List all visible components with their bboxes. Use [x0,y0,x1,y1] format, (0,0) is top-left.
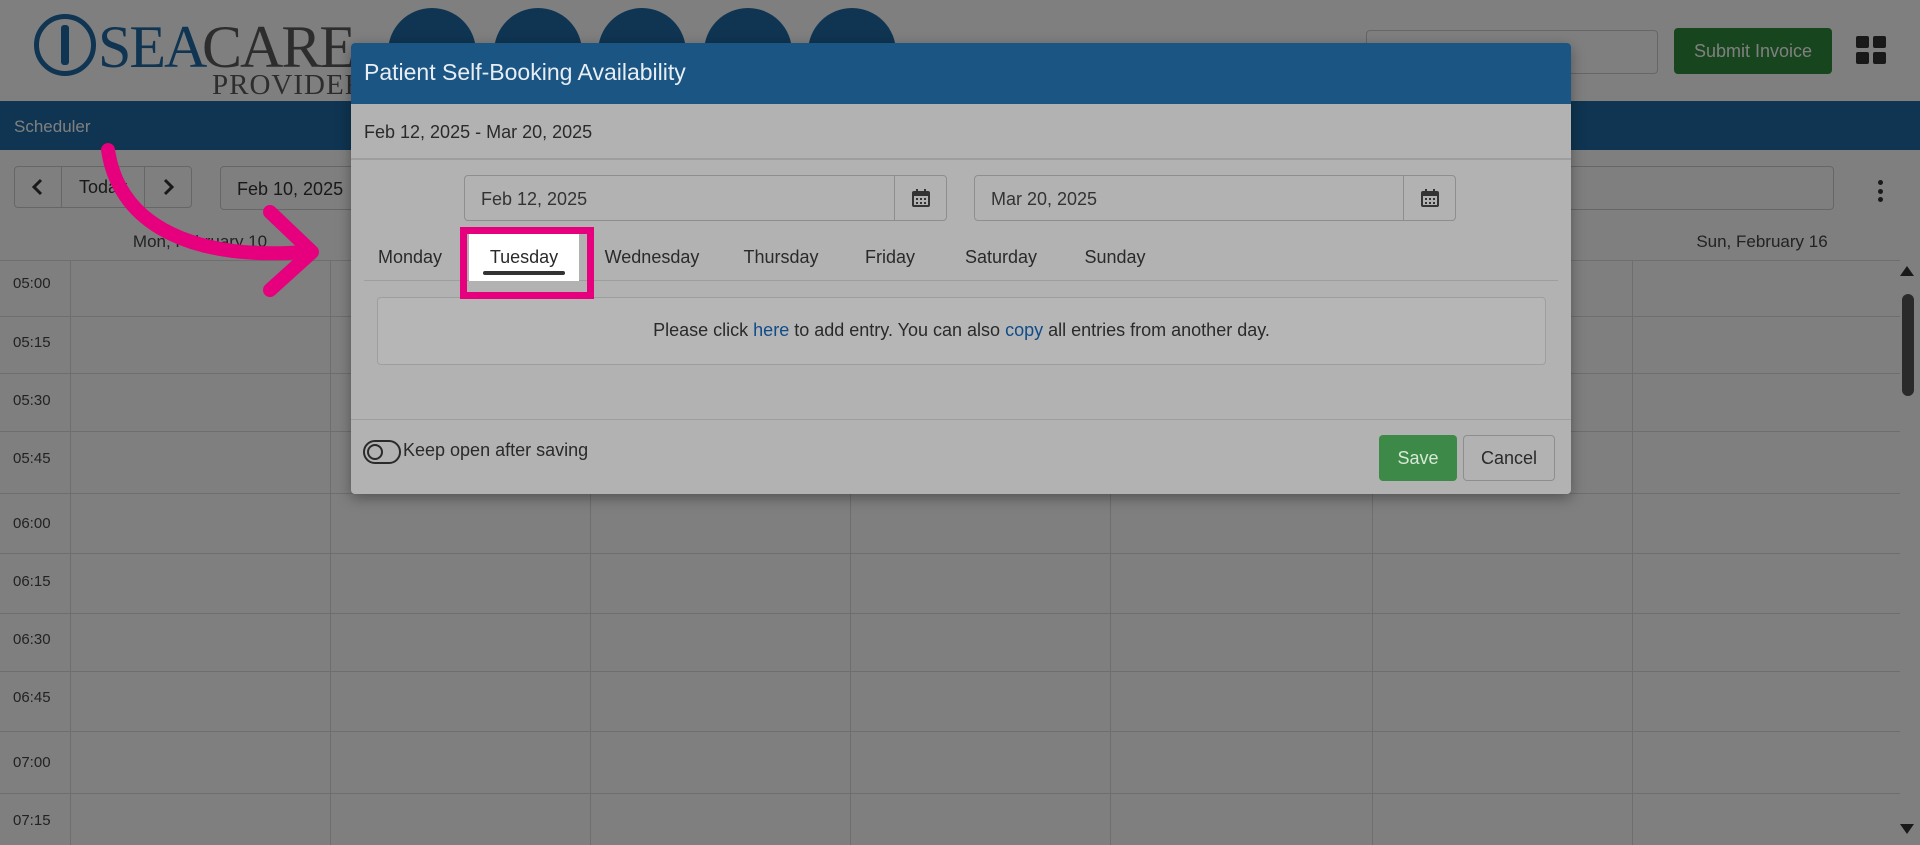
start-date-picker-button[interactable] [894,176,946,220]
copy-entries-link[interactable]: copy [1005,320,1043,340]
notice-text-suffix: all entries from another day. [1048,320,1270,340]
empty-entries-notice: Please click here to add entry. You can … [377,297,1546,365]
start-date-field[interactable]: Feb 12, 2025 [464,175,947,221]
keep-open-label[interactable]: Keep open after saving [403,440,588,461]
date-range-text: Feb 12, 2025 - Mar 20, 2025 [364,122,593,142]
tab-wednesday[interactable]: Wednesday [592,229,712,281]
tab-thursday[interactable]: Thursday [731,229,831,281]
date-range-summary: Feb 12, 2025 - Mar 20, 2025 [351,104,1571,160]
modal-header: Patient Self-Booking Availability [351,43,1571,104]
tab-monday[interactable]: Monday [364,229,456,281]
calendar-icon [1420,189,1439,207]
modal-title: Patient Self-Booking Availability [364,59,686,85]
pointer-arrow-icon [101,143,319,297]
add-entry-link[interactable]: here [753,320,789,340]
cancel-button[interactable]: Cancel [1463,435,1555,481]
calendar-icon [911,189,930,207]
start-date-value: Feb 12, 2025 [481,189,588,209]
end-date-field[interactable]: Mar 20, 2025 [974,175,1456,221]
tuesday-tab-highlight [460,227,594,299]
save-button[interactable]: Save [1379,435,1457,481]
end-date-value: Mar 20, 2025 [991,189,1098,209]
tab-friday[interactable]: Friday [850,229,930,281]
keep-open-toggle[interactable] [363,440,401,464]
end-date-picker-button[interactable] [1403,176,1455,220]
tab-saturday[interactable]: Saturday [951,229,1051,281]
notice-text-prefix: Please click [653,320,749,340]
toggle-knob [367,444,383,460]
notice-text-middle: to add entry. You can also [794,320,1001,340]
tab-sunday[interactable]: Sunday [1070,229,1160,281]
